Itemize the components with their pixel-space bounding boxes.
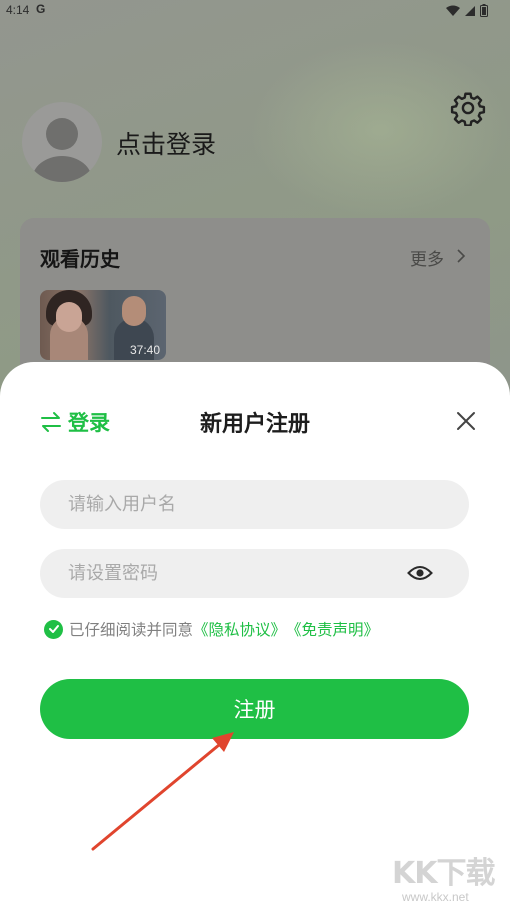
- chevron-right-icon[interactable]: [455, 247, 467, 265]
- history-title: 观看历史: [40, 247, 120, 271]
- sheet-title: 新用户注册: [199, 412, 310, 437]
- close-icon[interactable]: [452, 407, 480, 435]
- history-more-link[interactable]: 更多: [410, 245, 444, 270]
- register-button[interactable]: 注册: [40, 679, 469, 739]
- gear-icon[interactable]: [450, 90, 486, 127]
- background-glow: [250, 40, 510, 220]
- watermark-logo: KK下载: [392, 856, 495, 891]
- wifi-icon: [446, 5, 461, 16]
- privacy-policy-link[interactable]: 《隐私协议》: [193, 618, 286, 640]
- password-input[interactable]: [40, 549, 469, 598]
- watermark: KK下载 www.kkx.net: [392, 848, 510, 907]
- disclaimer-link[interactable]: 《免责声明》: [286, 618, 379, 640]
- username-input[interactable]: [40, 480, 469, 529]
- watermark-url: www.kkx.net: [402, 890, 469, 904]
- checkmark-icon: [48, 625, 59, 633]
- signal-icon: [465, 5, 476, 16]
- thumbnail-face: [56, 302, 82, 332]
- eye-icon[interactable]: [407, 562, 433, 584]
- default-avatar-icon: [32, 118, 92, 182]
- google-g-icon: G: [36, 2, 46, 16]
- agree-checkbox[interactable]: [44, 619, 63, 639]
- avatar[interactable]: [22, 102, 102, 182]
- battery-icon: [480, 4, 488, 17]
- thumbnail-face: [122, 296, 146, 326]
- agreement-row: 已仔细阅读并同意 《隐私协议》 《免责声明》: [44, 618, 379, 640]
- status-time: 4:14: [6, 3, 30, 17]
- history-thumbnail[interactable]: 37:40: [40, 290, 166, 360]
- status-bar: 4:14 G: [0, 0, 510, 22]
- agreement-text: 已仔细阅读并同意: [69, 621, 194, 639]
- video-duration: 37:40: [129, 343, 160, 357]
- status-icons: [446, 3, 488, 17]
- login-prompt[interactable]: 点击登录: [116, 125, 216, 161]
